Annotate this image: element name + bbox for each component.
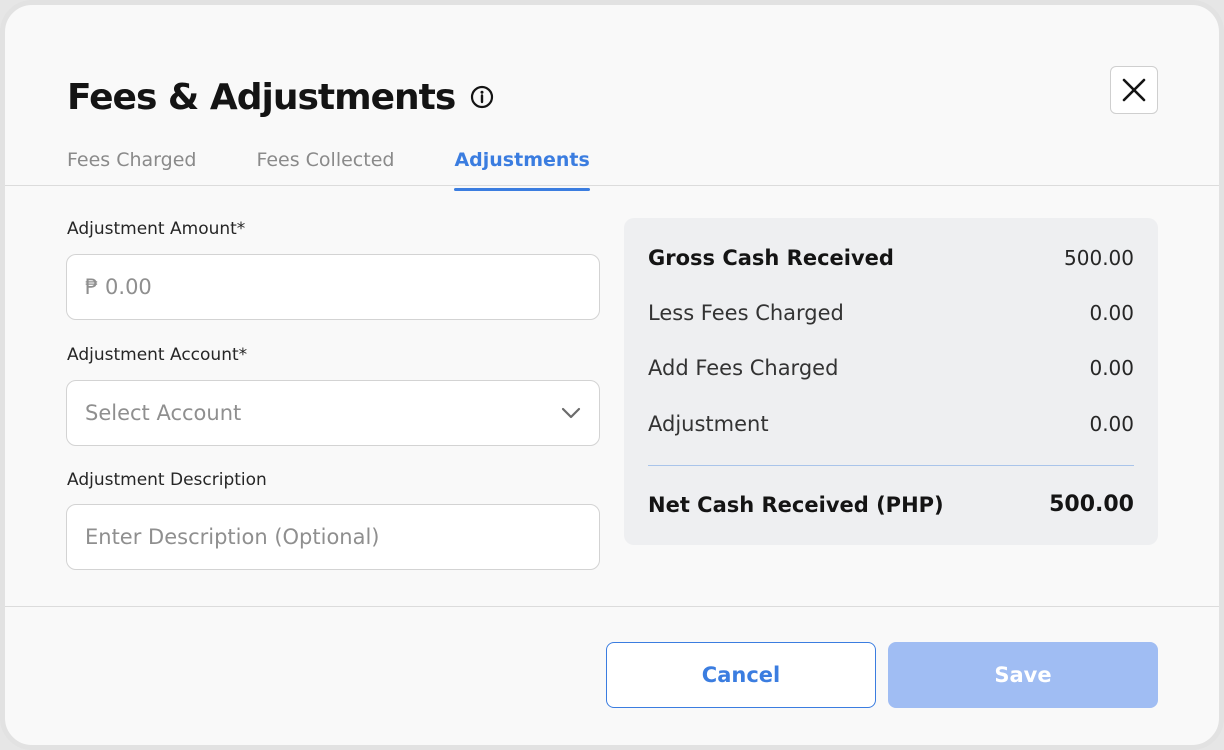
summary-row-less-fees: Less Fees Charged 0.00 [648,301,1134,325]
adjustment-amount-label: Adjustment Amount* [67,219,246,239]
adjustment-amount-input[interactable] [85,275,581,299]
summary-row-adjustment: Adjustment 0.00 [648,412,1134,436]
summary-label: Gross Cash Received [648,246,894,270]
cash-summary-panel: Gross Cash Received 500.00 Less Fees Cha… [624,218,1158,545]
summary-row-net: Net Cash Received (PHP) 500.00 [648,492,1134,517]
footer-divider [5,606,1219,607]
close-icon [1121,77,1147,103]
adjustment-account-label: Adjustment Account* [67,345,248,365]
cancel-button[interactable]: Cancel [606,642,876,708]
summary-value: 0.00 [1089,356,1134,380]
fees-adjustments-dialog: Fees & Adjustments Fees Charged Fees Col… [0,0,1224,750]
save-button[interactable]: Save [888,642,1158,708]
summary-divider [648,465,1134,466]
tab-fees-charged[interactable]: Fees Charged [67,141,196,191]
summary-value: 0.00 [1089,412,1134,436]
summary-row-gross: Gross Cash Received 500.00 [648,246,1134,270]
adjustment-account-select[interactable]: Select Account [66,380,600,446]
net-cash-label: Net Cash Received (PHP) [648,492,944,517]
summary-value: 0.00 [1089,301,1134,325]
summary-label: Less Fees Charged [648,301,844,325]
dialog-header: Fees & Adjustments [67,71,495,123]
tab-fees-collected[interactable]: Fees Collected [256,141,394,191]
adjustment-description-label: Adjustment Description [67,470,267,490]
tab-bar: Fees Charged Fees Collected Adjustments [67,141,650,191]
dialog-title: Fees & Adjustments [67,76,456,118]
account-select-placeholder: Select Account [85,401,242,425]
summary-label: Adjustment [648,412,769,436]
adjustment-description-field[interactable] [66,504,600,570]
adjustment-description-input[interactable] [85,525,581,549]
summary-row-add-fees: Add Fees Charged 0.00 [648,356,1134,380]
tab-adjustments[interactable]: Adjustments [454,141,591,191]
summary-value: 500.00 [1064,246,1134,270]
net-cash-value: 500.00 [1049,492,1134,517]
adjustment-amount-field[interactable] [66,254,600,320]
info-icon[interactable] [469,84,495,110]
header-divider [5,185,1219,186]
chevron-down-icon [561,407,581,419]
close-button[interactable] [1110,66,1158,114]
summary-label: Add Fees Charged [648,356,839,380]
